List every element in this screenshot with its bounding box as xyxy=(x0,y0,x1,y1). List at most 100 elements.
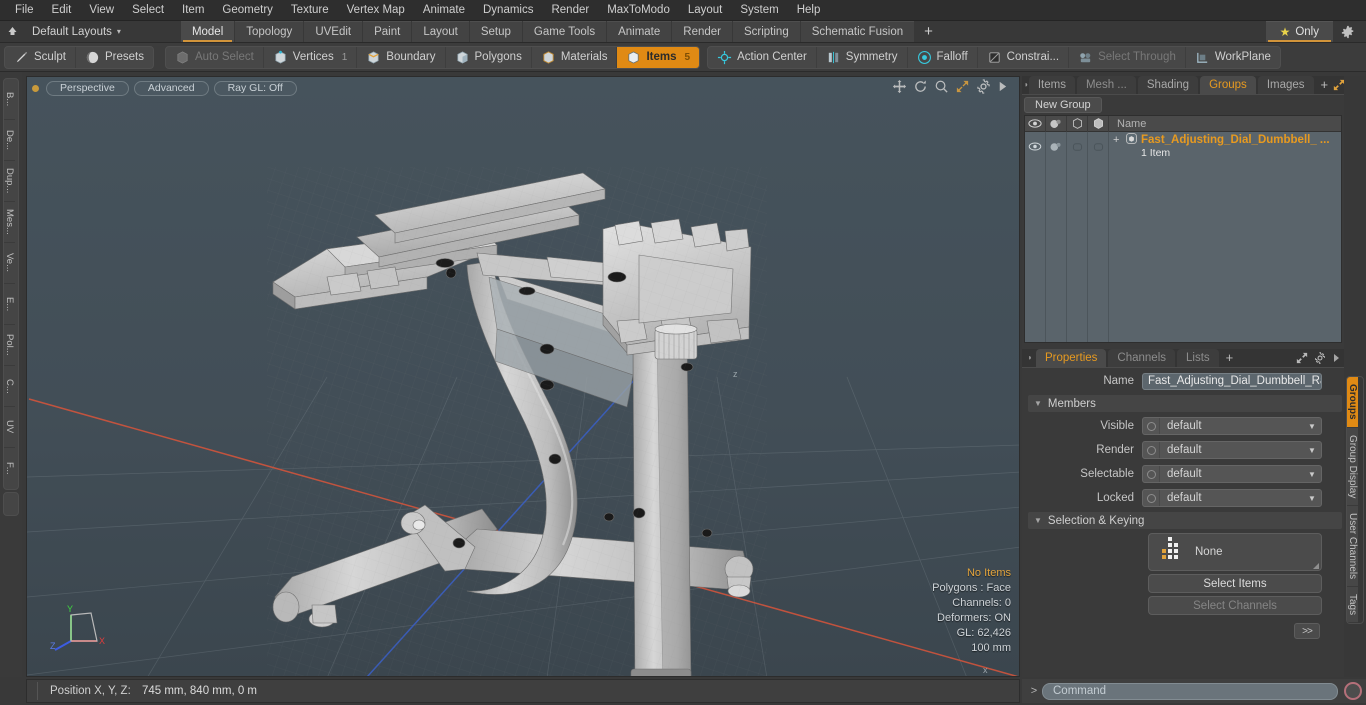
menu-item-render[interactable]: Render xyxy=(542,0,598,21)
tab-uvedit[interactable]: UVEdit xyxy=(304,21,363,42)
left-tab-vertex[interactable]: Ve... xyxy=(4,243,15,284)
render-knob[interactable] xyxy=(1143,442,1160,458)
side-tab-tags[interactable]: Tags xyxy=(1347,587,1358,624)
tab-topology[interactable]: Topology xyxy=(235,21,304,42)
tab-model[interactable]: Model xyxy=(180,21,235,42)
forward-button[interactable]: >> xyxy=(1294,623,1320,639)
selection-keying-section-header[interactable]: ▼ Selection & Keying xyxy=(1028,512,1342,529)
action-center-button[interactable]: Action Center xyxy=(708,46,817,68)
select-through-button[interactable]: Select Through xyxy=(1069,46,1186,68)
menu-item-file[interactable]: File xyxy=(6,0,43,21)
tab-schematic-fusion[interactable]: Schematic Fusion xyxy=(800,21,915,42)
menu-item-select[interactable]: Select xyxy=(123,0,173,21)
locked-dropdown[interactable]: default ▼ xyxy=(1142,489,1322,507)
items-button[interactable]: Items 5 xyxy=(617,46,700,68)
visible-knob[interactable] xyxy=(1143,418,1160,434)
locked-knob[interactable] xyxy=(1143,490,1160,506)
menu-item-texture[interactable]: Texture xyxy=(282,0,338,21)
fit-icon[interactable] xyxy=(955,79,970,94)
resize-grip[interactable] xyxy=(27,680,37,702)
home-icon[interactable] xyxy=(0,21,24,42)
menu-item-vertex-map[interactable]: Vertex Map xyxy=(338,0,414,21)
gear-icon[interactable] xyxy=(976,79,991,94)
tab-render[interactable]: Render xyxy=(672,21,732,42)
left-tab-curve[interactable]: C... xyxy=(4,366,15,407)
menu-item-dynamics[interactable]: Dynamics xyxy=(474,0,542,21)
add-tab-button[interactable]: + xyxy=(915,21,942,42)
left-tab-mesh[interactable]: Mes... xyxy=(4,202,15,243)
viewport-shading-selector[interactable]: Advanced xyxy=(133,80,209,96)
tab-game-tools[interactable]: Game Tools xyxy=(522,21,607,42)
properties-menu-icon[interactable]: ◗ xyxy=(1024,348,1036,367)
panel-tab-groups[interactable]: Groups xyxy=(1200,76,1256,94)
menu-item-layout[interactable]: Layout xyxy=(679,0,732,21)
left-tab-uv[interactable]: UV xyxy=(4,407,15,448)
menu-item-item[interactable]: Item xyxy=(173,0,213,21)
name-field[interactable]: Fast_Adjusting_Dial_Dumbbell_Rack ( xyxy=(1142,372,1322,390)
menu-item-system[interactable]: System xyxy=(731,0,787,21)
chevron-down-icon[interactable]: ▼ xyxy=(1303,446,1321,455)
polygons-button[interactable]: Polygons xyxy=(446,46,532,68)
menu-item-geometry[interactable]: Geometry xyxy=(213,0,282,21)
selectable-dropdown[interactable]: default ▼ xyxy=(1142,465,1322,483)
workplane-button[interactable]: WorkPlane xyxy=(1186,47,1280,68)
boundary-button[interactable]: Boundary xyxy=(357,46,446,68)
rotate-icon[interactable] xyxy=(913,79,928,94)
render-icon[interactable] xyxy=(1046,115,1067,132)
side-tab-group-display[interactable]: Group Display xyxy=(1347,427,1358,506)
group-tree[interactable]: Name + Fast_Adjusting_Dial_Dumbbell_ ...… xyxy=(1024,115,1342,343)
menu-item-help[interactable]: Help xyxy=(788,0,830,21)
tab-animate[interactable]: Animate xyxy=(607,21,672,42)
side-tab-user-channels[interactable]: User Channels xyxy=(1347,505,1358,588)
move-icon[interactable] xyxy=(892,79,907,94)
command-input[interactable]: Command xyxy=(1042,682,1338,700)
chevron-right-icon[interactable] xyxy=(1332,353,1340,366)
expand-toggle[interactable]: + xyxy=(1113,134,1122,146)
viewport-raygl-selector[interactable]: Ray GL: Off xyxy=(213,80,297,96)
render-dropdown[interactable]: default ▼ xyxy=(1142,441,1322,459)
play-icon[interactable] xyxy=(997,79,1012,94)
panel-tab-items[interactable]: Items xyxy=(1028,76,1075,94)
tab-scripting[interactable]: Scripting xyxy=(732,21,800,42)
tab-setup[interactable]: Setup xyxy=(469,21,522,42)
left-tab-basic[interactable]: B... xyxy=(4,79,15,120)
falloff-button[interactable]: Falloff xyxy=(908,46,978,68)
only-toggle-button[interactable]: ★ Only xyxy=(1265,21,1333,42)
panel-add-tab-button[interactable]: + xyxy=(1316,76,1334,94)
eye-icon[interactable] xyxy=(1025,115,1046,132)
vertices-button[interactable]: Vertices 1 xyxy=(264,46,358,68)
menu-item-animate[interactable]: Animate xyxy=(414,0,474,21)
panel-tab-images[interactable]: Images xyxy=(1257,76,1314,94)
tab-channels[interactable]: Channels xyxy=(1108,349,1176,367)
viewport-3d[interactable]: z x Perspective Advanced Ray GL: Off Y X… xyxy=(26,76,1020,677)
left-tab-polygon[interactable]: Pol... xyxy=(4,325,15,366)
members-section-header[interactable]: ▼ Members xyxy=(1028,395,1342,412)
gear-icon[interactable] xyxy=(1333,21,1363,42)
auto-select-button[interactable]: Auto Select xyxy=(166,46,264,68)
materials-button[interactable]: Materials xyxy=(532,46,618,68)
presets-button[interactable]: Presets xyxy=(76,47,153,68)
tab-properties[interactable]: Properties xyxy=(1036,349,1107,367)
gear-icon[interactable] xyxy=(1314,352,1326,367)
layout-preset-selector[interactable]: Default Layouts ▾ xyxy=(24,21,129,42)
chevron-down-icon[interactable]: ▼ xyxy=(1303,494,1321,503)
viewport-projection-selector[interactable]: Perspective xyxy=(46,80,129,96)
keying-preset-selector[interactable]: None xyxy=(1148,533,1322,571)
left-tab-duplicate[interactable]: Dup... xyxy=(4,161,15,202)
selectable-knob[interactable] xyxy=(1143,466,1160,482)
menu-item-maxtomodo[interactable]: MaxToModo xyxy=(598,0,679,21)
tab-layout[interactable]: Layout xyxy=(412,21,469,42)
visible-dropdown[interactable]: default ▼ xyxy=(1142,417,1322,435)
record-icon[interactable] xyxy=(1344,682,1362,700)
cube-solid-icon[interactable] xyxy=(1088,115,1109,132)
tab-lists[interactable]: Lists xyxy=(1177,349,1219,367)
properties-add-tab-button[interactable]: + xyxy=(1221,349,1239,367)
sculpt-button[interactable]: Sculpt xyxy=(5,46,76,68)
menu-item-edit[interactable]: Edit xyxy=(43,0,81,21)
chevron-down-icon[interactable]: ▼ xyxy=(1303,422,1321,431)
new-group-button[interactable]: New Group xyxy=(1024,97,1102,113)
side-tab-groups[interactable]: Groups xyxy=(1347,377,1358,428)
expand-icon[interactable] xyxy=(1296,352,1308,367)
zoom-icon[interactable] xyxy=(934,79,949,94)
chevron-down-icon[interactable]: ▼ xyxy=(1303,470,1321,479)
